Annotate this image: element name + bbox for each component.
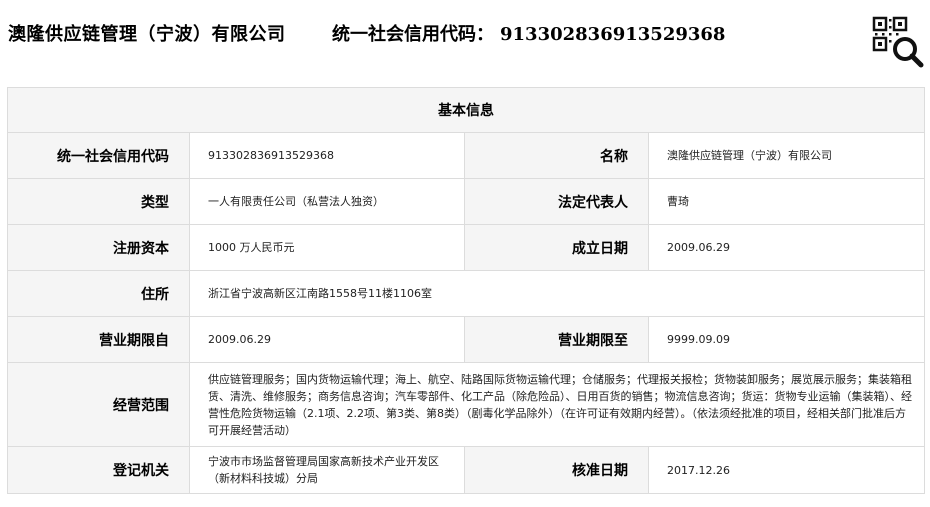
business-scope-label: 经营范围 [7, 362, 190, 447]
section-header-row: 基本信息 [7, 87, 925, 133]
section-title: 基本信息 [7, 87, 925, 133]
table-row: 经营范围 供应链管理服务；国内货物运输代理；海上、航空、陆路国际货物运输代理；仓… [7, 362, 925, 447]
table-row: 登记机关 宁波市市场监督管理局国家高新技术产业开发区（新材料科技城）分局 核准日… [7, 446, 925, 494]
business-term-to-value: 9999.09.09 [648, 316, 925, 363]
table-row: 营业期限自 2009.06.29 营业期限至 9999.09.09 [7, 316, 925, 363]
table-row: 类型 一人有限责任公司（私营法人独资） 法定代表人 曹琦 [7, 178, 925, 225]
table-row: 注册资本 1000 万人民币元 成立日期 2009.06.29 [7, 224, 925, 271]
business-term-to-label: 营业期限至 [464, 316, 649, 363]
credit-code-heading-label: 统一社会信用代码： [332, 24, 494, 45]
business-term-from-value: 2009.06.29 [189, 316, 465, 363]
table-row: 住所 浙江省宁波高新区江南路1558号11楼1106室 [7, 270, 925, 317]
basic-info-table: 基本信息 统一社会信用代码 913302836913529368 名称 澳隆供应… [7, 87, 925, 494]
registered-capital-value: 1000 万人民币元 [189, 224, 465, 271]
registered-capital-label: 注册资本 [7, 224, 190, 271]
address-label: 住所 [7, 270, 190, 317]
established-date-label: 成立日期 [464, 224, 649, 271]
approval-date-value: 2017.12.26 [648, 446, 925, 494]
company-name-label: 名称 [464, 132, 649, 179]
page-header: 澳隆供应链管理（宁波）有限公司 统一社会信用代码： 91330283691352… [0, 0, 930, 80]
legal-representative-value: 曹琦 [648, 178, 925, 225]
company-type-label: 类型 [7, 178, 190, 225]
credit-code-heading-value: 91330283691352936‌8 [500, 24, 726, 45]
legal-representative-label: 法定代表人 [464, 178, 649, 225]
company-name-value: 澳隆供应链管理（宁波）有限公司 [648, 132, 925, 179]
qr-code-search-icon[interactable] [872, 16, 924, 68]
table-row: 统一社会信用代码 913302836913529368 名称 澳隆供应链管理（宁… [7, 132, 925, 179]
address-value: 浙江省宁波高新区江南路1558号11楼1106室 [189, 270, 925, 317]
company-name-heading: 澳隆供应链管理（宁波）有限公司 [8, 24, 286, 45]
registration-authority-label: 登记机关 [7, 446, 190, 494]
registration-authority-value: 宁波市市场监督管理局国家高新技术产业开发区（新材料科技城）分局 [189, 446, 465, 494]
credit-code-value: 913302836913529368 [189, 132, 465, 179]
approval-date-label: 核准日期 [464, 446, 649, 494]
company-type-value: 一人有限责任公司（私营法人独资） [189, 178, 465, 225]
credit-code-label: 统一社会信用代码 [7, 132, 190, 179]
business-term-from-label: 营业期限自 [7, 316, 190, 363]
established-date-value: 2009.06.29 [648, 224, 925, 271]
business-scope-value: 供应链管理服务；国内货物运输代理；海上、航空、陆路国际货物运输代理；仓储服务；代… [189, 362, 925, 447]
